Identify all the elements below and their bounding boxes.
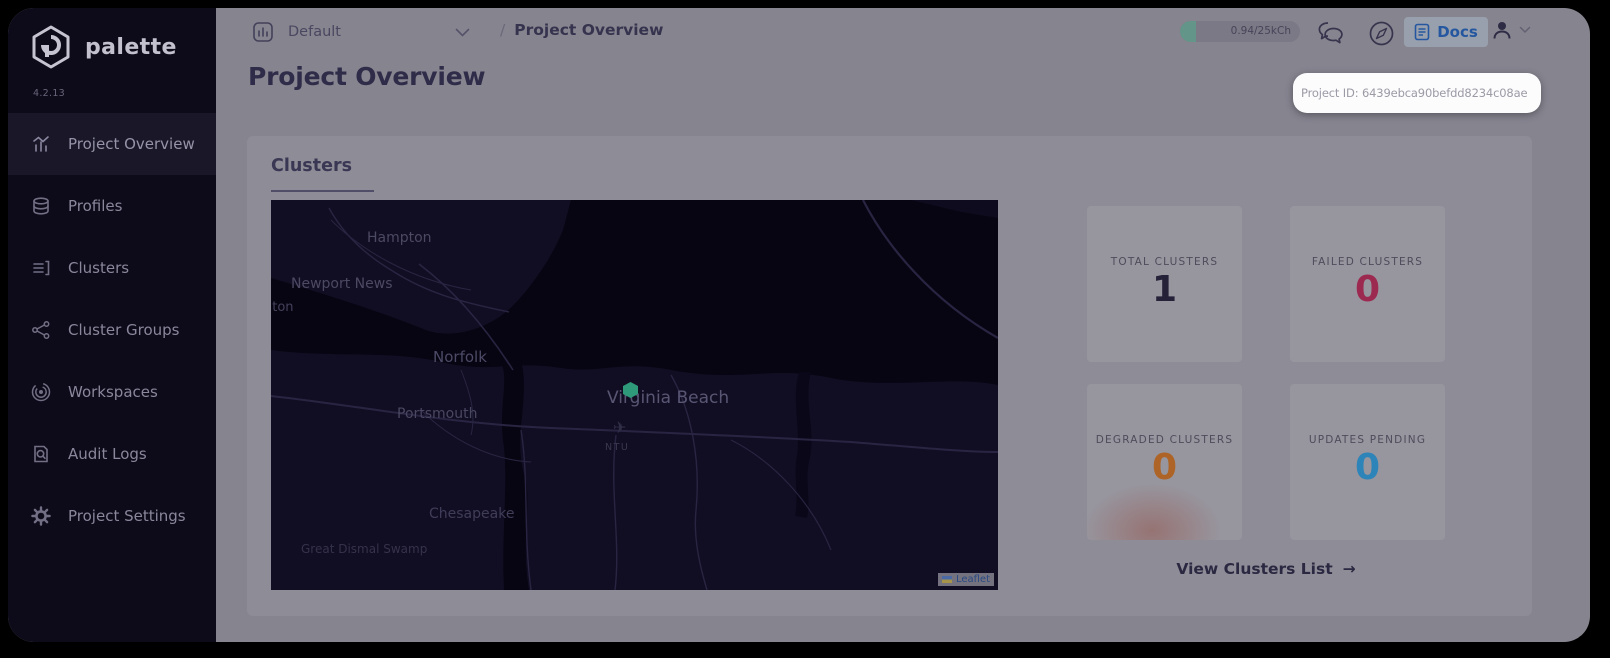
- usage-value: 0.94/25kCh: [1230, 25, 1291, 37]
- project-scope-selector[interactable]: Default: [252, 19, 470, 45]
- concentric-circles-icon: [30, 381, 52, 403]
- user-icon: [1490, 18, 1514, 42]
- layers-stack-icon: [30, 195, 52, 217]
- sidebar-item-label: Workspaces: [68, 383, 158, 401]
- stat-label: FAILED CLUSTERS: [1311, 256, 1424, 268]
- sidebar-item-workspaces[interactable]: Workspaces: [8, 361, 216, 423]
- breadcrumb-separator: /: [500, 21, 506, 39]
- clusters-map[interactable]: Hampton Newport News llton Norfolk Virgi…: [271, 200, 998, 590]
- stat-value: 0: [1354, 269, 1381, 310]
- sidebar-item-cluster-groups[interactable]: Cluster Groups: [8, 299, 216, 361]
- chat-bubbles-icon[interactable]: [1316, 20, 1346, 46]
- chevron-down-icon: [1519, 26, 1531, 34]
- sidebar-item-profiles[interactable]: Profiles: [8, 175, 216, 237]
- usage-meter: 0.94/25kCh: [1180, 21, 1300, 42]
- map-airport-label: NTU: [605, 442, 630, 453]
- sidebar-item-label: Project Overview: [68, 135, 195, 153]
- sidebar-item-label: Audit Logs: [68, 445, 147, 463]
- sidebar-item-label: Cluster Groups: [68, 321, 180, 339]
- stat-tile-failed-clusters: FAILED CLUSTERS 0: [1290, 206, 1445, 362]
- user-menu[interactable]: [1490, 18, 1531, 42]
- leaflet-attribution-label: Leaflet: [955, 574, 990, 585]
- sidebar-item-project-overview[interactable]: Project Overview: [8, 113, 216, 175]
- breadcrumb: / Project Overview: [500, 21, 663, 39]
- stat-value: 0: [1354, 447, 1381, 488]
- map-area-label: Great Dismal Swamp: [301, 542, 428, 556]
- map-attribution[interactable]: Leaflet: [937, 573, 994, 586]
- gear-icon: [30, 505, 52, 527]
- sidebar-item-label: Project Settings: [68, 507, 186, 525]
- stat-value: 0: [1151, 447, 1178, 488]
- stat-label: UPDATES PENDING: [1308, 434, 1427, 446]
- breadcrumb-current: Project Overview: [514, 21, 664, 39]
- chevron-down-icon: [455, 28, 470, 37]
- list-icon: [30, 257, 52, 279]
- stat-tile-total-clusters: TOTAL CLUSTERS 1: [1087, 206, 1242, 362]
- screenshot-frame: palette 4.2.13 Project Overview Profiles…: [0, 0, 1610, 658]
- app-version: 4.2.13: [33, 88, 66, 99]
- content-area: Default / Project Overview 0.94/25kCh Do…: [216, 8, 1590, 642]
- sidebar-item-audit-logs[interactable]: Audit Logs: [8, 423, 216, 485]
- bar-chart-icon: [252, 21, 274, 43]
- map-city-label: llton: [271, 300, 294, 315]
- view-clusters-list-link[interactable]: View Clusters List →: [1087, 560, 1445, 578]
- document-icon: [1414, 23, 1430, 41]
- document-search-icon: [30, 443, 52, 465]
- arrow-right-icon: →: [1342, 560, 1356, 578]
- map-city-label: Portsmouth: [397, 406, 478, 422]
- panel-title: Clusters: [271, 156, 352, 176]
- map-city-label: Hampton: [367, 230, 432, 246]
- tab-underline: [271, 190, 374, 192]
- stat-label: DEGRADED CLUSTERS: [1095, 434, 1234, 446]
- usage-progress-fill: [1180, 21, 1196, 42]
- sidebar-item-project-settings[interactable]: Project Settings: [8, 485, 216, 547]
- clusters-panel: Clusters Hampton Newport News ton Norfol…: [247, 136, 1532, 616]
- app-window: palette 4.2.13 Project Overview Profiles…: [8, 8, 1590, 642]
- stat-tile-updates-pending: UPDATES PENDING 0: [1290, 384, 1445, 540]
- sidebar-item-clusters[interactable]: Clusters: [8, 237, 216, 299]
- docs-button-label: Docs: [1437, 23, 1478, 41]
- selector-value: Default: [288, 24, 341, 40]
- map-city-label: Newport News: [291, 276, 393, 292]
- sidebar-nav: Project Overview Profiles Clusters Clust…: [8, 113, 216, 547]
- brand[interactable]: palette: [28, 24, 177, 70]
- sidebar: palette 4.2.13 Project Overview Profiles…: [8, 8, 216, 642]
- ukraine-flag-icon: [941, 576, 952, 583]
- compass-help-icon[interactable]: [1368, 20, 1395, 47]
- view-clusters-list-label: View Clusters List: [1176, 560, 1333, 578]
- stat-value: 1: [1151, 269, 1178, 310]
- stat-label: TOTAL CLUSTERS: [1110, 256, 1219, 268]
- analytics-chart-icon: [30, 133, 52, 155]
- map-city-label: Chesapeake: [429, 506, 515, 522]
- map-city-label: Norfolk: [433, 348, 487, 366]
- docs-button[interactable]: Docs: [1404, 17, 1488, 47]
- stat-tile-degraded-clusters: DEGRADED CLUSTERS 0: [1087, 384, 1242, 540]
- brand-name: palette: [85, 34, 177, 60]
- node-network-icon: [30, 319, 52, 341]
- project-id-tooltip: Project ID: 6439ebca90befdd8234c08ae: [1293, 73, 1541, 113]
- airport-icon: ✈: [613, 418, 627, 437]
- palette-logo-icon: [28, 24, 74, 70]
- sidebar-item-label: Profiles: [68, 197, 123, 215]
- page-title: Project Overview: [248, 62, 486, 91]
- sidebar-item-label: Clusters: [68, 259, 130, 277]
